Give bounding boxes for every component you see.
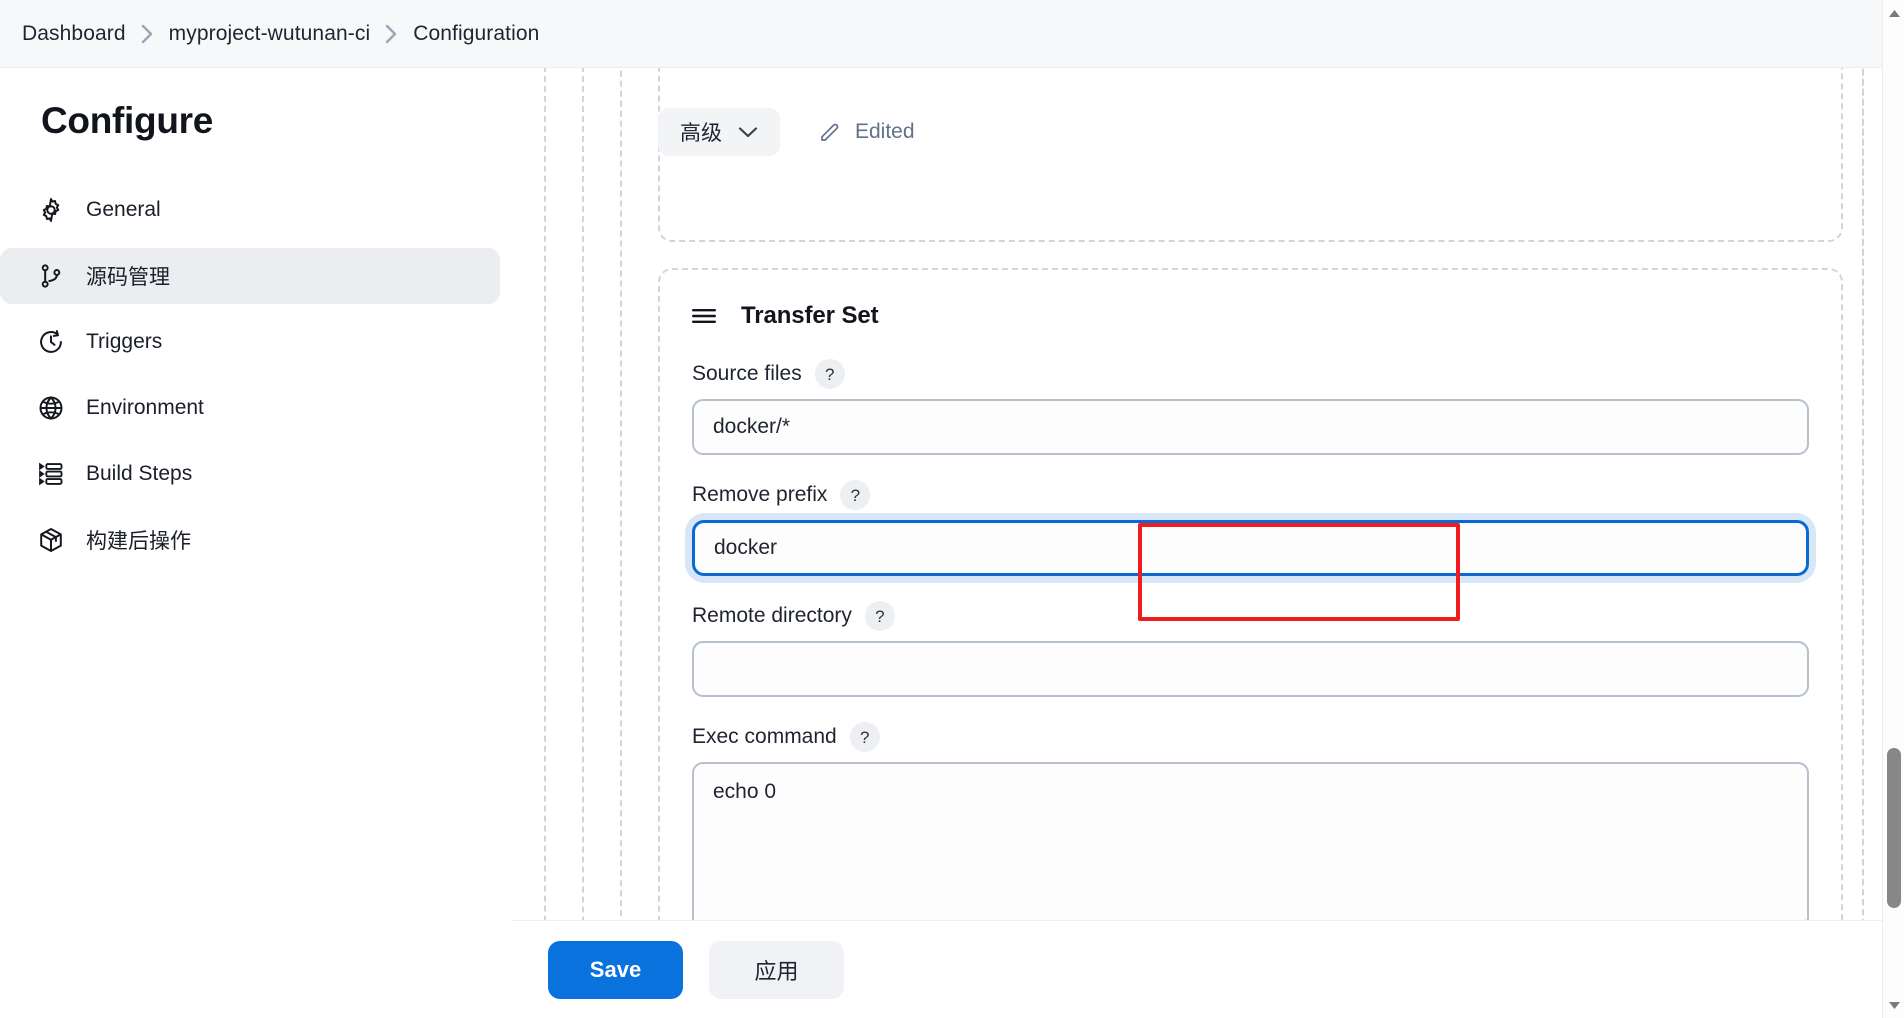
page-title: Configure: [41, 100, 214, 141]
chevron-right-icon: [385, 24, 398, 44]
source-files-label: Source files: [692, 362, 802, 385]
breadcrumb: Dashboard myproject-wutunan-ci Configura…: [0, 0, 1882, 68]
action-bar: Save 应用: [512, 920, 1882, 1018]
remove-prefix-input[interactable]: [692, 520, 1809, 576]
breadcrumb-item-dashboard[interactable]: Dashboard: [22, 22, 126, 46]
transfer-set-header: Transfer Set: [660, 302, 1841, 330]
chevron-right-icon: [141, 24, 154, 44]
transfer-set-panel: Transfer Set Source files ? Remove prefi…: [658, 268, 1843, 1008]
field-label-row: Remote directory ?: [692, 601, 1809, 631]
save-button[interactable]: Save: [548, 940, 683, 999]
exec-command-label: Exec command: [692, 725, 837, 748]
main-content: 高级 Edited Transfer Set Source files ? do…: [512, 68, 1882, 1018]
sidebar-item-label: General: [86, 198, 161, 221]
remote-directory-input[interactable]: [692, 641, 1809, 697]
field-label-row: Exec command ?: [692, 722, 1809, 752]
sidebar-item-triggers[interactable]: Triggers: [0, 314, 500, 370]
breadcrumb-item-project[interactable]: myproject-wutunan-ci: [169, 22, 371, 46]
chevron-down-icon: [738, 126, 758, 139]
sidebar-item-environment[interactable]: Environment: [0, 380, 500, 436]
remove-prefix-label: Remove prefix: [692, 483, 828, 506]
help-icon[interactable]: ?: [840, 480, 871, 510]
package-icon: [36, 525, 66, 555]
page-root: Dashboard myproject-wutunan-ci Configura…: [0, 0, 1904, 1018]
globe-icon: [36, 393, 66, 423]
scroll-up-arrow-icon[interactable]: [1883, 2, 1904, 24]
gear-icon: [36, 195, 66, 225]
remote-directory-label: Remote directory: [692, 604, 852, 627]
advanced-row: 高级 Edited: [658, 108, 915, 156]
sidebar-item-label: Triggers: [86, 330, 163, 353]
scroll-down-arrow-icon[interactable]: [1883, 994, 1904, 1016]
field-source-files: Source files ?: [660, 359, 1841, 455]
page-scrollbar[interactable]: [1882, 0, 1904, 1018]
remove-prefix-focus-ring: [692, 520, 1809, 576]
clock-icon: [36, 327, 66, 357]
sidebar-item-build-steps[interactable]: Build Steps: [0, 446, 500, 502]
sidebar-item-general[interactable]: General: [0, 182, 500, 238]
list-steps-icon: [36, 459, 66, 489]
apply-button[interactable]: 应用: [709, 940, 844, 999]
scrollbar-thumb[interactable]: [1887, 748, 1901, 908]
edited-status-label: Edited: [855, 120, 915, 143]
advanced-dropdown-button[interactable]: 高级: [658, 108, 780, 156]
source-files-input[interactable]: [692, 399, 1809, 455]
transfer-set-title: Transfer Set: [741, 302, 879, 329]
sidebar-item-source-code-management[interactable]: 源码管理: [0, 248, 500, 304]
field-label-row: Source files ?: [692, 359, 1809, 389]
sidebar-item-label: Environment: [86, 396, 204, 419]
help-icon[interactable]: ?: [864, 601, 895, 631]
exec-command-textarea[interactable]: [692, 762, 1809, 930]
sidebar-item-label: Build Steps: [86, 462, 193, 485]
breadcrumb-item-configuration[interactable]: Configuration: [413, 22, 539, 46]
field-exec-command: Exec command ?: [660, 722, 1841, 935]
sidebar-item-post-build-actions[interactable]: 构建后操作: [0, 512, 500, 568]
field-remove-prefix: Remove prefix ?: [660, 480, 1841, 576]
drag-handle-icon[interactable]: [690, 306, 718, 326]
sidebar: Configure General 源码管理 Triggers Environm…: [0, 68, 512, 1018]
sidebar-item-label: 源码管理: [86, 266, 170, 289]
sidebar-item-label: 构建后操作: [86, 530, 191, 553]
pencil-icon: [818, 120, 842, 144]
advanced-dropdown-label: 高级: [680, 122, 722, 145]
git-branch-icon: [36, 261, 66, 291]
help-icon[interactable]: ?: [849, 722, 880, 752]
help-icon[interactable]: ?: [814, 359, 845, 389]
edited-status: Edited: [818, 120, 915, 144]
sidebar-nav: General 源码管理 Triggers Environment Build …: [0, 182, 512, 568]
field-remote-directory: Remote directory ?: [660, 601, 1841, 697]
field-label-row: Remove prefix ?: [692, 480, 1809, 510]
